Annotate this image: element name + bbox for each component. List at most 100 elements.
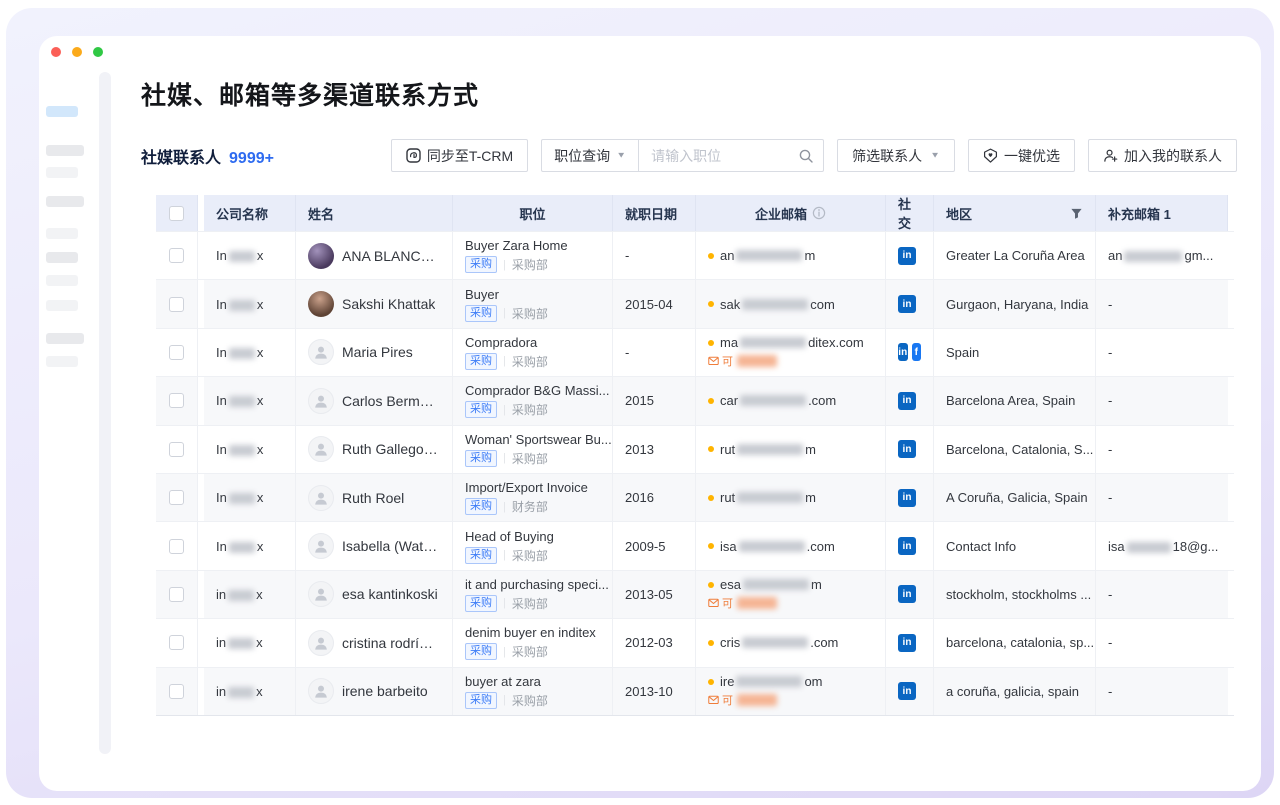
email-status-dot	[708, 446, 714, 452]
contact-name-cell: esa kantinkoski	[296, 571, 453, 618]
region-cell: Barcelona Area, Spain	[934, 377, 1096, 424]
linkedin-icon[interactable]: in	[898, 585, 916, 603]
linkedin-icon[interactable]: in	[898, 392, 916, 410]
position-title: Compradora	[465, 335, 537, 350]
linkedin-icon[interactable]: in	[898, 634, 916, 652]
row-select-cell	[156, 571, 198, 618]
avatar	[308, 243, 334, 269]
row-checkbox[interactable]	[169, 684, 184, 699]
social-cell: in	[886, 232, 934, 279]
contact-name: ANA BLANCO REY	[342, 248, 440, 264]
email-redacted	[736, 676, 802, 687]
linkedin-icon[interactable]: in	[898, 247, 916, 265]
table-row: inxirene barbeitobuyer at zara采购|采购部2013…	[156, 667, 1234, 715]
row-checkbox[interactable]	[169, 635, 184, 650]
row-checkbox[interactable]	[169, 393, 184, 408]
email-cell: sakcom	[696, 280, 886, 327]
email-status-dot	[708, 543, 714, 549]
email-address: anm	[708, 248, 815, 263]
contact-name: Ruth Gallego Agulló	[342, 441, 440, 457]
social-cell: in	[886, 571, 934, 618]
toolbar-buttons: 同步至T-CRM 职位查询 ▼	[391, 139, 1237, 172]
company-name: Inx	[216, 345, 263, 360]
region-cell: barcelona, catalonia, sp...	[934, 619, 1096, 666]
position-cell: Head of Buying采购|采购部	[453, 522, 613, 569]
row-checkbox[interactable]	[169, 345, 184, 360]
row-checkbox[interactable]	[169, 297, 184, 312]
company-redacted	[229, 396, 255, 407]
extra-email-empty: -	[1108, 587, 1112, 602]
header-region: 地区	[934, 195, 1096, 231]
email-redacted	[736, 250, 802, 261]
replyable-email-tag: 可	[708, 353, 779, 369]
row-checkbox[interactable]	[169, 442, 184, 457]
company-redacted	[229, 445, 255, 456]
company-cell: Inx	[204, 329, 296, 376]
contact-name: esa kantinkoski	[342, 586, 438, 602]
search-icon[interactable]	[798, 148, 814, 169]
facebook-icon[interactable]: f	[912, 343, 922, 361]
email-address: cris.com	[708, 635, 838, 650]
row-checkbox[interactable]	[169, 539, 184, 554]
contact-name-cell: Carlos Bermudo Cr...	[296, 377, 453, 424]
region-cell: stockholm, stockholms ...	[934, 571, 1096, 618]
email-status-dot	[708, 582, 714, 588]
linkedin-icon[interactable]: in	[898, 295, 916, 313]
select-all-checkbox[interactable]	[169, 206, 184, 221]
row-select-cell	[156, 232, 198, 279]
start-date-cell: 2016	[613, 474, 696, 521]
contact-name-cell: Sakshi Khattak	[296, 280, 453, 327]
department-label: 采购部	[512, 305, 548, 322]
sync-to-crm-button[interactable]: 同步至T-CRM	[391, 139, 528, 172]
row-select-cell	[156, 619, 198, 666]
region-cell: Barcelona, Catalonia, S...	[934, 426, 1096, 473]
one-click-optimize-button[interactable]: 一键优选	[968, 139, 1075, 172]
email-address: ireom	[708, 674, 823, 689]
extra-email-cell: -	[1096, 474, 1228, 521]
company-name: inx	[216, 635, 263, 650]
header-name: 姓名	[296, 195, 453, 231]
company-name: Inx	[216, 539, 263, 554]
position-search-input[interactable]	[639, 140, 823, 171]
sidebar-placeholder-bar	[46, 333, 84, 344]
contact-name-cell: Isabella (Watson) L...	[296, 522, 453, 569]
row-checkbox[interactable]	[169, 490, 184, 505]
company-cell: inx	[204, 571, 296, 618]
linkedin-icon[interactable]: in	[898, 489, 916, 507]
sidebar-placeholder-bar	[46, 300, 78, 311]
info-icon[interactable]	[812, 206, 826, 220]
generic-avatar-icon	[308, 388, 334, 414]
linkedin-icon[interactable]: in	[898, 682, 916, 700]
extra-email-empty: -	[1108, 684, 1112, 699]
add-to-my-contacts-button[interactable]: 加入我的联系人	[1088, 139, 1237, 172]
linkedin-icon[interactable]: in	[898, 440, 916, 458]
table-row: Inx Isabella (Watson) L... Head of Buying采…	[156, 521, 1234, 569]
extra-email: angm...	[1108, 248, 1213, 263]
row-checkbox[interactable]	[169, 587, 184, 602]
start-date-cell: 2013	[613, 426, 696, 473]
generic-avatar-icon	[308, 630, 334, 656]
contact-name: Isabella (Watson) L...	[342, 538, 440, 554]
linkedin-icon[interactable]: in	[898, 537, 916, 555]
contact-name-cell: Ruth Gallego Agulló	[296, 426, 453, 473]
filter-funnel-icon[interactable]	[1070, 207, 1083, 220]
company-name: Inx	[216, 248, 263, 263]
header-email-label: 企业邮箱	[755, 204, 807, 223]
company-cell: inx	[204, 668, 296, 715]
contacts-table: 公司名称 姓名 职位 就职日期 企业邮箱 社交 地区	[156, 195, 1234, 716]
position-query-select[interactable]: 职位查询 ▼	[541, 139, 638, 172]
extra-email-empty: -	[1108, 442, 1112, 457]
sidebar-placeholder-bar	[46, 145, 84, 156]
position-tags: 采购|采购部	[465, 643, 548, 660]
sidebar-placeholder-bar	[46, 196, 84, 207]
table-row: inxcristina rodríguezdenim buyer en indi…	[156, 618, 1234, 666]
generic-avatar-icon	[308, 678, 334, 704]
replyable-email-tag: 可	[708, 595, 779, 611]
filter-contacts-button[interactable]: 筛选联系人 ▼	[837, 139, 955, 172]
position-cell: Buyer Zara Home采购|采购部	[453, 232, 613, 279]
linkedin-icon[interactable]: in	[898, 343, 908, 361]
extra-email-cell: angm...	[1096, 232, 1228, 279]
table-row: InxMaria PiresCompradora采购|采购部-maditex.c…	[156, 328, 1234, 376]
extra-email-redacted	[1124, 251, 1182, 262]
row-checkbox[interactable]	[169, 248, 184, 263]
